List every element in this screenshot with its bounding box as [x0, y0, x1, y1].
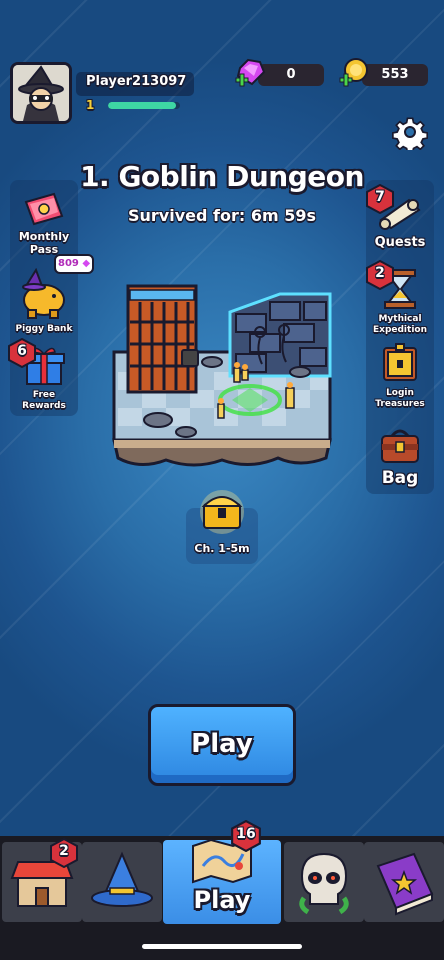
free-rewards-badge-count: 6 — [17, 343, 27, 359]
piggy-bank-gems-bubble: 809 ◆ — [54, 254, 94, 274]
nav-hero[interactable] — [82, 842, 162, 922]
wizard-avatar-icon — [13, 65, 69, 121]
piggy-bank-gems-value: 809 — [58, 258, 79, 269]
login-treasures-label-2: Treasures — [375, 399, 425, 409]
player-name: Player213097 — [86, 74, 187, 89]
wizard-hat-icon — [91, 851, 153, 907]
nav-enemies[interactable] — [284, 842, 364, 922]
free-rewards-label-2: Rewards — [22, 401, 66, 411]
piggy-bank-button[interactable]: Piggy Bank — [10, 267, 78, 335]
xp-bar-fill — [108, 102, 177, 109]
piggy-bank-label: Piggy Bank — [15, 324, 73, 334]
login-treasures-button[interactable]: Login Treasures — [366, 342, 434, 410]
nav-play-label: Play — [193, 886, 251, 914]
monthly-pass-label-1: Monthly — [18, 230, 70, 243]
spellbook-icon — [376, 852, 434, 916]
login-treasures-label-1: Login — [386, 388, 414, 398]
mythical-expedition-label-1: Mythical — [378, 314, 422, 324]
nav-spellbook[interactable] — [364, 842, 444, 922]
quests-label: Quests — [374, 235, 426, 250]
bag-label: Bag — [381, 468, 419, 488]
nav-play-badge-count: 16 — [236, 826, 256, 842]
small-gem-icon: ◆ — [78, 258, 91, 269]
monthly-pass-icon — [24, 192, 64, 226]
mythical-expedition-badge-count: 2 — [375, 265, 385, 281]
goblin-dungeon-map — [112, 284, 332, 467]
gem-icon[interactable] — [234, 56, 266, 90]
free-rewards-badge: 6 — [8, 337, 36, 369]
treasure-chest-icon — [383, 343, 417, 381]
chapter-chest-label: Ch. 1-5m — [194, 542, 250, 555]
play-button-label: Play — [191, 729, 253, 759]
player-avatar[interactable] — [10, 62, 72, 124]
nav-shop-badge: 2 — [50, 837, 78, 869]
skull-icon — [299, 852, 349, 915]
gold-coin-icon[interactable] — [338, 56, 370, 90]
home-indicator — [142, 944, 302, 949]
mythical-expedition-badge: 2 — [366, 259, 394, 291]
gold-counter[interactable]: 553 — [362, 64, 428, 86]
gems-counter[interactable]: 0 — [258, 64, 324, 86]
bag-icon — [381, 429, 419, 463]
xp-bar — [108, 102, 180, 109]
player-level: 1 — [86, 98, 95, 112]
gear-icon[interactable] — [392, 114, 428, 150]
play-button[interactable]: Play — [148, 704, 296, 786]
mythical-expedition-label-2: Expedition — [372, 325, 427, 335]
piggy-bank-icon — [22, 267, 65, 319]
quests-badge-count: 7 — [375, 189, 385, 205]
monthly-pass-button[interactable]: Monthly Pass — [10, 192, 78, 256]
bag-button[interactable]: Bag — [366, 428, 434, 488]
quests-badge: 7 — [366, 183, 394, 215]
nav-shop-badge-count: 2 — [59, 843, 69, 859]
free-rewards-label-1: Free — [32, 390, 56, 400]
nav-play-badge: 16 — [230, 819, 261, 853]
chapter-chest-icon[interactable] — [198, 488, 246, 534]
